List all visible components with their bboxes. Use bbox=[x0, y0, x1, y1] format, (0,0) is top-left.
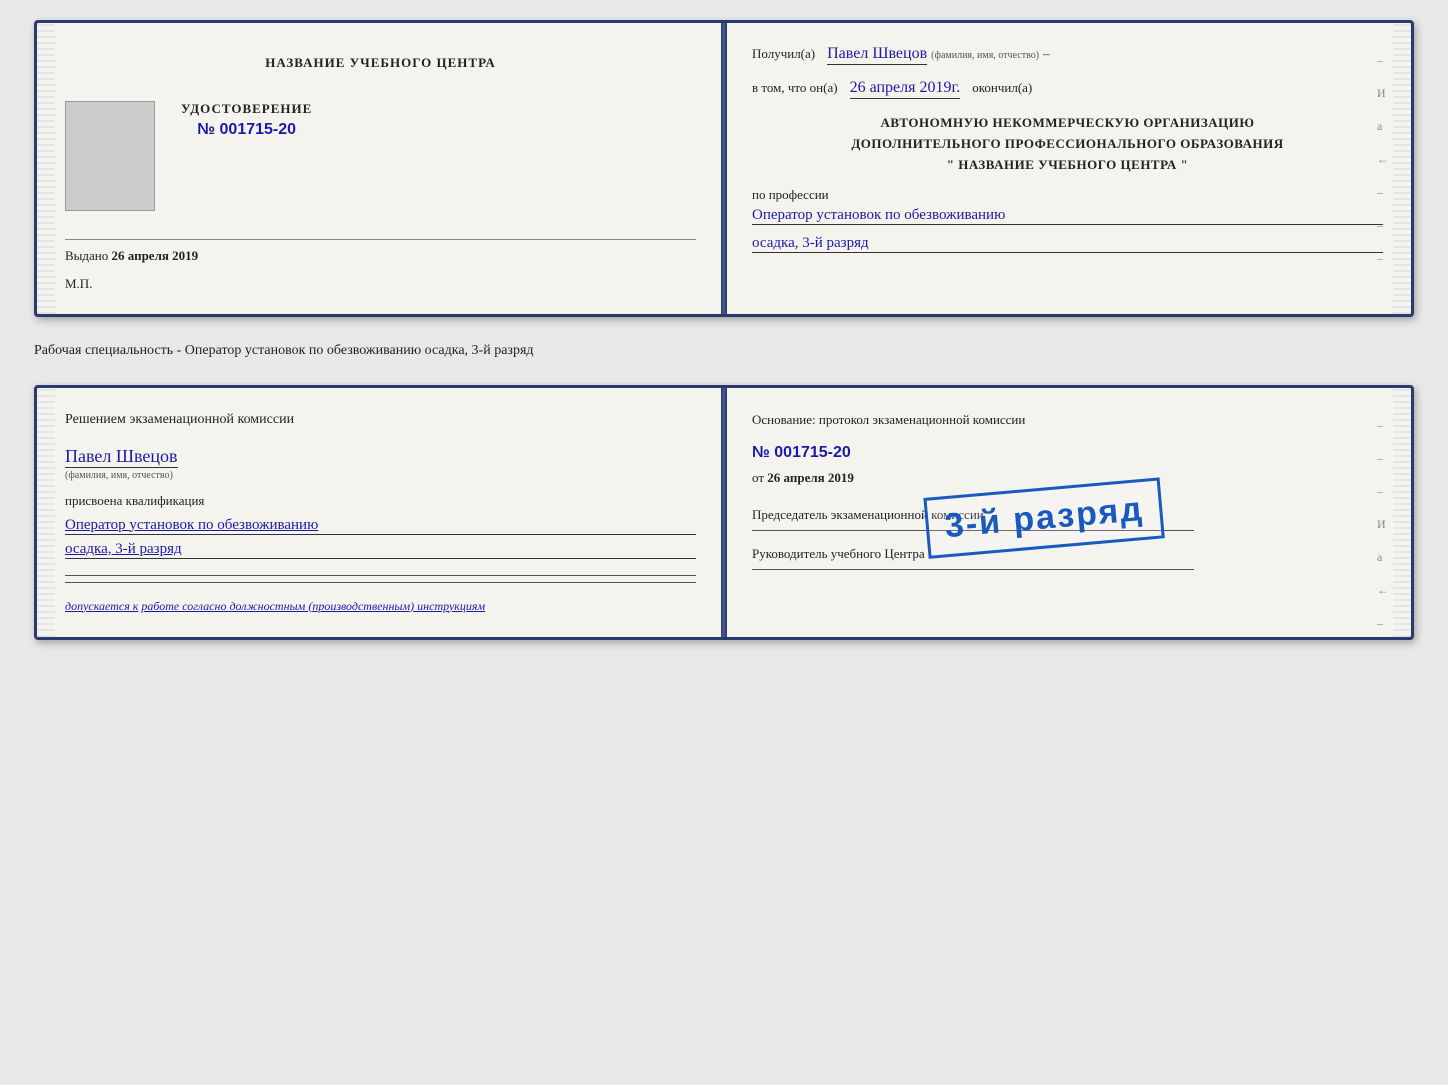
recipient-name: Павел Швецов bbox=[827, 45, 927, 65]
card2-admitted-prefix: допускается к bbox=[65, 599, 138, 613]
org-line3: " НАЗВАНИЕ УЧЕБНОГО ЦЕНТРА " bbox=[752, 155, 1383, 176]
profession-prefix: по профессии bbox=[752, 187, 1383, 203]
card2-side-marks: – – – И а ← – – bbox=[1377, 418, 1389, 640]
completion-line: в том, что он(а) 26 апреля 2019г. окончи… bbox=[752, 79, 1383, 99]
card2-name-block: Павел Швецов (фамилия, имя, отчество) bbox=[65, 446, 696, 481]
card2-decision-title: Решением экзаменационной комиссии bbox=[65, 410, 696, 430]
card2-right: Основание: протокол экзаменационной коми… bbox=[724, 388, 1411, 637]
card2-line2 bbox=[65, 582, 696, 583]
card2-line1 bbox=[65, 575, 696, 576]
completion-date: 26 апреля 2019г. bbox=[850, 79, 961, 99]
card1-left-title: НАЗВАНИЕ УЧЕБНОГО ЦЕНТРА bbox=[65, 55, 696, 71]
card2-director-label: Руководитель учебного Центра bbox=[752, 545, 1383, 563]
card2-name: Павел Швецов bbox=[65, 446, 178, 468]
issued-date: 26 апреля 2019 bbox=[112, 248, 199, 263]
card2-date-prefix: от bbox=[752, 470, 764, 485]
certificate-card-2: Решением экзаменационной комиссии Павел … bbox=[34, 385, 1414, 640]
cert-number: № 001715-20 bbox=[181, 121, 312, 139]
card1-right: Получил(а) Павел Швецов (фамилия, имя, о… bbox=[724, 23, 1411, 314]
card2-protocol-date: от 26 апреля 2019 bbox=[752, 470, 1383, 486]
stamp-text: 3-й разряд bbox=[943, 490, 1145, 545]
card2-admitted-block: допускается к работе согласно должностны… bbox=[65, 597, 696, 615]
cert-info: УДОСТОВЕРЕНИЕ № 001715-20 bbox=[171, 101, 312, 139]
recipient-sublabel: (фамилия, имя, отчество) bbox=[931, 50, 1039, 61]
card2-protocol-number: № 001715-20 bbox=[752, 444, 1383, 462]
in-that-prefix: в том, что он(а) bbox=[752, 80, 838, 96]
card2-name-sublabel: (фамилия, имя, отчество) bbox=[65, 470, 696, 481]
org-line1: АВТОНОМНУЮ НЕКОММЕРЧЕСКУЮ ОРГАНИЗАЦИЮ bbox=[752, 113, 1383, 134]
photo-placeholder bbox=[65, 101, 155, 211]
cert-label: УДОСТОВЕРЕНИЕ bbox=[181, 101, 312, 117]
side-marks: – И а ← – – – bbox=[1377, 53, 1389, 266]
certificate-card-1: НАЗВАНИЕ УЧЕБНОГО ЦЕНТРА УДОСТОВЕРЕНИЕ №… bbox=[34, 20, 1414, 317]
card2-profession1: Оператор установок по обезвоживанию bbox=[65, 517, 696, 535]
mp-label: М.П. bbox=[65, 276, 696, 292]
profession-value: Оператор установок по обезвоживанию bbox=[752, 207, 1383, 225]
card1-left: НАЗВАНИЕ УЧЕБНОГО ЦЕНТРА УДОСТОВЕРЕНИЕ №… bbox=[37, 23, 724, 314]
org-line2: ДОПОЛНИТЕЛЬНОГО ПРОФЕССИОНАЛЬНОГО ОБРАЗО… bbox=[752, 134, 1383, 155]
card2-profession2: осадка, 3-й разряд bbox=[65, 541, 696, 559]
dash: – bbox=[1043, 46, 1050, 62]
card2-assigned-label: присвоена квалификация bbox=[65, 493, 696, 509]
received-prefix: Получил(а) bbox=[752, 46, 815, 62]
org-block: АВТОНОМНУЮ НЕКОММЕРЧЕСКУЮ ОРГАНИЗАЦИЮ ДО… bbox=[752, 113, 1383, 175]
recipient-line: Получил(а) Павел Швецов (фамилия, имя, о… bbox=[752, 45, 1383, 65]
card2-director-sign-line bbox=[752, 569, 1194, 570]
finished-label: окончил(а) bbox=[972, 80, 1032, 96]
separator-text: Рабочая специальность - Оператор установ… bbox=[34, 335, 1414, 367]
card2-left: Решением экзаменационной комиссии Павел … bbox=[37, 388, 724, 637]
issued-block: Выдано 26 апреля 2019 bbox=[65, 239, 696, 264]
card2-admitted-value: работе согласно должностным (производств… bbox=[141, 599, 485, 613]
card2-protocol-date-val: 26 апреля 2019 bbox=[767, 470, 854, 485]
issued-prefix: Выдано bbox=[65, 248, 108, 263]
rank-value: осадка, 3-й разряд bbox=[752, 235, 1383, 253]
card2-basis-title: Основание: протокол экзаменационной коми… bbox=[752, 410, 1383, 430]
